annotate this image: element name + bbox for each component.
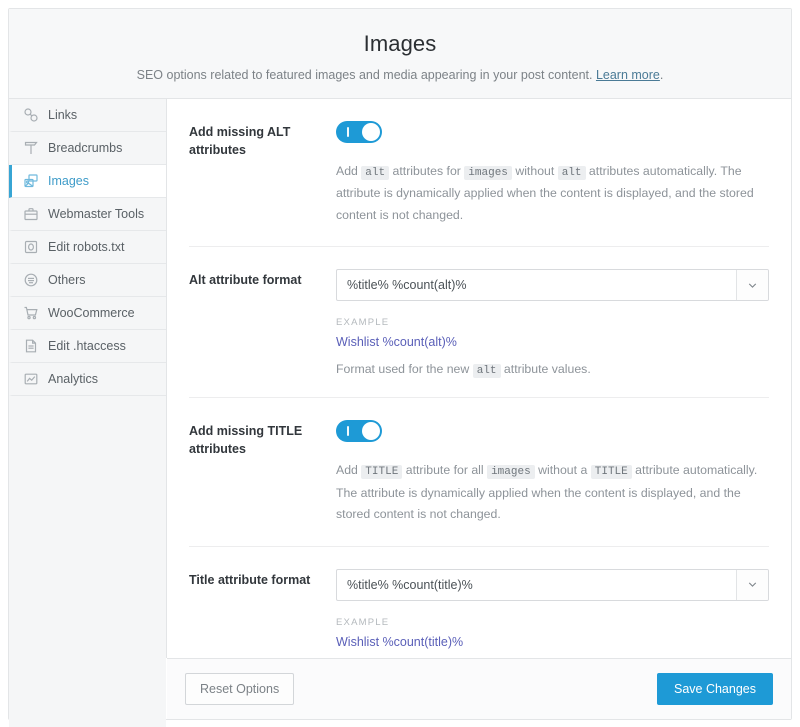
images-icon [23, 173, 39, 189]
main-content: Add missing ALT attributes Add alt attri… [167, 99, 791, 658]
code-chip: alt [361, 166, 389, 180]
select-alt-attribute-format[interactable]: %title% %count(alt)% [336, 269, 769, 301]
shopping-cart-icon [23, 305, 39, 321]
card-header: Images SEO options related to featured i… [9, 9, 791, 99]
setting-help-text: Add alt attributes for images without al… [336, 161, 768, 226]
code-chip: images [487, 465, 535, 479]
signpost-icon [23, 140, 39, 156]
chevron-down-icon[interactable] [736, 270, 768, 300]
setting-row-add-missing-title: Add missing TITLE attributes Add TITLE a… [189, 398, 769, 546]
sidebar: Links Breadcrumbs [9, 99, 167, 658]
setting-label: Add missing TITLE attributes [189, 420, 334, 525]
setting-field: Add alt attributes for images without al… [334, 121, 769, 226]
page-subtitle-tail: . [660, 68, 663, 82]
robot-file-icon [23, 239, 39, 255]
card-body: Links Breadcrumbs [9, 99, 791, 658]
setting-label: Title attribute format [189, 569, 334, 658]
code-chip: alt [473, 364, 501, 378]
setting-row-alt-attribute-format: Alt attribute format %title% %count(alt)… [189, 247, 769, 398]
example-value: Wishlist %count(alt)% [336, 335, 769, 349]
chevron-down-icon[interactable] [736, 570, 768, 600]
setting-help-text: Add TITLE attribute for all images witho… [336, 460, 768, 525]
sidebar-item-woocommerce[interactable]: WooCommerce [9, 297, 166, 330]
select-title-attribute-format[interactable]: %title% %count(title)% [336, 569, 769, 601]
sidebar-item-edit-htaccess[interactable]: Edit .htaccess [9, 330, 166, 363]
sidebar-item-webmaster-tools[interactable]: Webmaster Tools [9, 198, 166, 231]
code-chip: TITLE [361, 465, 402, 479]
toggle-add-missing-title[interactable] [336, 420, 382, 442]
sidebar-item-breadcrumbs[interactable]: Breadcrumbs [9, 132, 166, 165]
sidebar-item-label: Breadcrumbs [48, 141, 122, 155]
toggle-knob [362, 123, 380, 141]
settings-list: Add missing ALT attributes Add alt attri… [167, 99, 791, 658]
toggle-knob [362, 422, 380, 440]
toggle-add-missing-alt[interactable] [336, 121, 382, 143]
document-icon [23, 338, 39, 354]
circle-lines-icon [23, 272, 39, 288]
settings-card: Images SEO options related to featured i… [8, 8, 792, 720]
sidebar-item-label: WooCommerce [48, 306, 135, 320]
chart-icon [23, 371, 39, 387]
sidebar-item-label: Webmaster Tools [48, 207, 144, 221]
code-chip: TITLE [591, 465, 632, 479]
learn-more-link[interactable]: Learn more [596, 68, 660, 82]
sidebar-item-label: Others [48, 273, 86, 287]
example-value: Wishlist %count(title)% [336, 635, 769, 649]
select-value[interactable]: %title% %count(alt)% [337, 270, 736, 300]
sidebar-item-analytics[interactable]: Analytics [9, 363, 166, 396]
toggle-bar-icon [347, 426, 349, 436]
sidebar-filler [9, 396, 166, 727]
setting-row-add-missing-alt: Add missing ALT attributes Add alt attri… [189, 99, 769, 247]
setting-field: %title% %count(title)% EXAMPLE Wishlist … [334, 569, 769, 658]
sidebar-item-label: Links [48, 108, 77, 122]
page-subtitle: SEO options related to featured images a… [29, 67, 771, 85]
sidebar-item-label: Images [48, 174, 89, 188]
chain-link-icon [23, 107, 39, 123]
toggle-bar-icon [347, 127, 349, 137]
format-note: Format used for the new alt attribute va… [336, 362, 769, 377]
page-title: Images [29, 31, 771, 57]
setting-label: Add missing ALT attributes [189, 121, 334, 226]
sidebar-item-links[interactable]: Links [9, 99, 166, 132]
code-chip: alt [558, 166, 586, 180]
setting-field: %title% %count(alt)% EXAMPLE Wishlist %c… [334, 269, 769, 377]
reset-options-button[interactable]: Reset Options [185, 673, 294, 705]
sidebar-item-images[interactable]: Images [9, 165, 166, 198]
example-label: EXAMPLE [336, 317, 769, 328]
setting-row-title-attribute-format: Title attribute format %title% %count(ti… [189, 547, 769, 658]
sidebar-item-label: Edit robots.txt [48, 240, 124, 254]
setting-field: Add TITLE attribute for all images witho… [334, 420, 769, 525]
sidebar-item-label: Analytics [48, 372, 98, 386]
card-footer: Reset Options Save Changes [167, 658, 791, 719]
sidebar-item-label: Edit .htaccess [48, 339, 126, 353]
save-changes-button[interactable]: Save Changes [657, 673, 773, 705]
sidebar-item-others[interactable]: Others [9, 264, 166, 297]
example-label: EXAMPLE [336, 617, 769, 628]
settings-page: Images SEO options related to featured i… [0, 0, 800, 727]
toolbox-icon [23, 206, 39, 222]
sidebar-item-edit-robots-txt[interactable]: Edit robots.txt [9, 231, 166, 264]
select-value[interactable]: %title% %count(title)% [337, 570, 736, 600]
code-chip: images [464, 166, 512, 180]
page-subtitle-text: SEO options related to featured images a… [137, 68, 593, 82]
setting-label: Alt attribute format [189, 269, 334, 377]
